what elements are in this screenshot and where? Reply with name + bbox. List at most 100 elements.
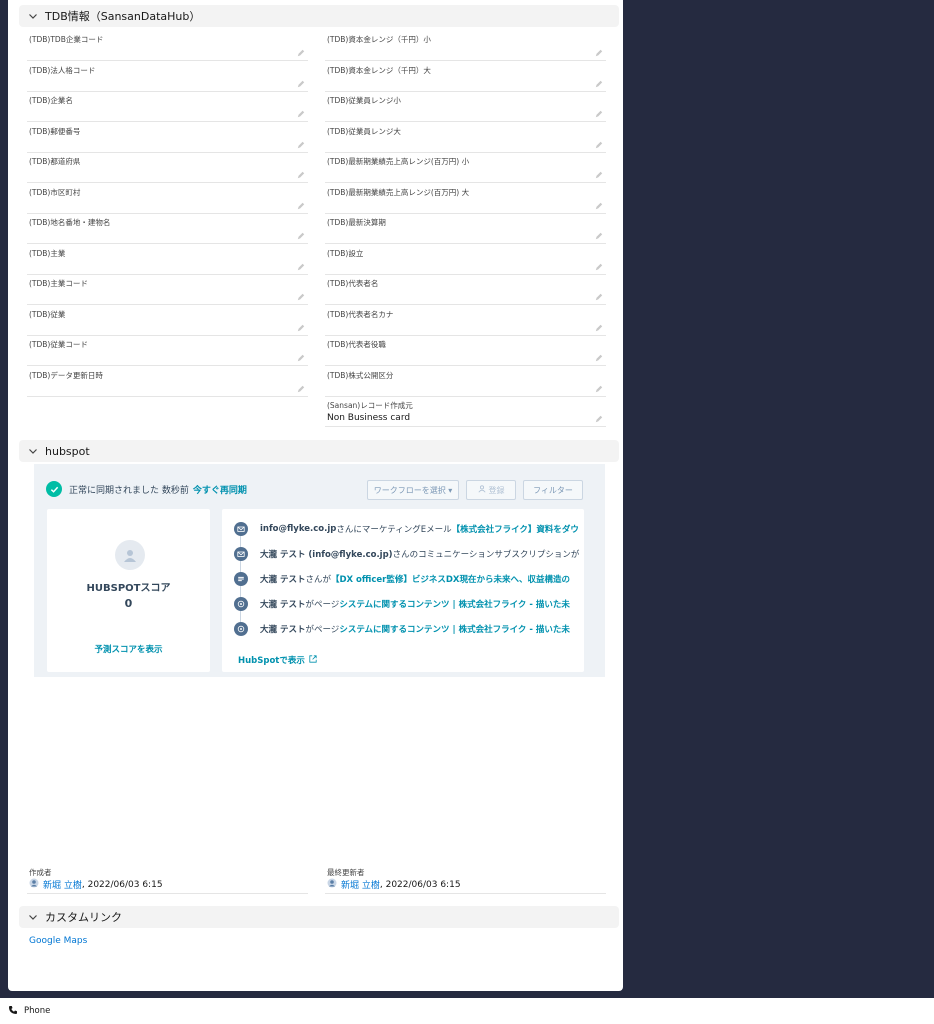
pencil-edit-icon[interactable] <box>595 232 603 240</box>
register-label: 登録 <box>488 485 505 495</box>
field-label: (TDB)TDB企業コード <box>29 35 104 44</box>
pencil-edit-icon[interactable] <box>297 293 305 301</box>
utility-bar: Phone <box>0 998 934 1024</box>
pencil-edit-icon[interactable] <box>595 293 603 301</box>
created-by-label: 作成者 <box>29 868 52 877</box>
register-button[interactable]: 登録 <box>466 480 516 500</box>
pencil-edit-icon[interactable] <box>297 354 305 362</box>
pencil-edit-icon[interactable] <box>297 80 305 88</box>
predict-score-link[interactable]: 予測スコアを表示 <box>47 643 210 655</box>
timeline-subject[interactable]: 大瀧 テスト <box>260 598 305 610</box>
field-label: (TDB)最新期業績売上高レンジ(百万円) 小 <box>327 157 470 166</box>
timeline-text: さんが <box>305 575 331 585</box>
pencil-edit-icon[interactable] <box>595 49 603 57</box>
section-title: カスタムリンク <box>45 911 122 924</box>
field-label: (TDB)従業 <box>29 309 66 319</box>
phone-button[interactable]: Phone <box>24 1006 50 1016</box>
pencil-edit-icon[interactable] <box>595 80 603 88</box>
pencil-edit-icon[interactable] <box>297 263 305 271</box>
pencil-edit-icon[interactable] <box>595 324 603 332</box>
pencil-edit-icon[interactable] <box>297 110 305 118</box>
field-label: (TDB)従業員レンジ小 <box>327 96 401 105</box>
pencil-edit-icon[interactable] <box>297 385 305 393</box>
email-icon <box>234 522 248 536</box>
timeline-item[interactable]: 大瀧 テスト がページ システムに関するコンテンツ | 株式会社フライク - 描いた… <box>234 620 584 638</box>
field-label: (TDB)代表者名カナ <box>327 309 394 319</box>
field-label: (TDB)法人格コード <box>29 65 96 75</box>
timeline-item[interactable]: 大瀧 テスト (info@flyke.co.jp) さんのコミュニケーションサブス… <box>234 545 584 563</box>
user-avatar-icon <box>327 878 337 891</box>
pencil-edit-icon[interactable] <box>595 354 603 362</box>
pageview-icon <box>234 597 248 611</box>
phone-icon <box>8 1005 18 1018</box>
timeline-item[interactable]: 大瀧 テスト がページ システムに関するコンテンツ | 株式会社フライク - 描いた… <box>234 595 584 613</box>
tdb-field: (TDB)従業コード <box>27 336 308 366</box>
section-header-tdb[interactable]: TDB情報（SansanDataHub） <box>19 5 619 27</box>
timeline-link[interactable]: 【DX officer監修】ビジネスDX現在から未来へ、収益構造の <box>331 573 570 585</box>
modified-by-date: , 2022/06/03 6:15 <box>379 879 461 890</box>
timeline-text: さんにマーケティングEメール <box>336 525 452 535</box>
pencil-edit-icon[interactable] <box>297 49 305 57</box>
pencil-edit-icon[interactable] <box>595 263 603 271</box>
tdb-field: (TDB)郵便番号 <box>27 123 308 153</box>
pencil-edit-icon[interactable] <box>297 141 305 149</box>
workflow-select-button[interactable]: ワークフローを選択 ▾ <box>367 480 459 500</box>
field-label: (TDB)主業コード <box>29 279 88 288</box>
pencil-edit-icon[interactable] <box>297 232 305 240</box>
field-label: (TDB)最新決算期 <box>327 218 386 227</box>
timeline-item[interactable]: info@flyke.co.jp さんにマーケティングEメール 【株式会社フライク】… <box>234 520 584 538</box>
view-in-hubspot-link[interactable]: HubSpotで表示 <box>238 654 317 666</box>
modified-by-user-link[interactable]: 新堀 立樹 <box>341 878 380 891</box>
sync-status-text: 正常に同期されました 数秒前 <box>69 485 189 496</box>
form-icon <box>234 572 248 586</box>
created-by-field: 作成者 新堀 立樹 , 2022/06/03 6:15 <box>27 864 308 894</box>
tdb-field: (TDB)主業コード <box>27 275 308 305</box>
section-header-custom-links[interactable]: カスタムリンク <box>19 906 619 928</box>
field-label: (TDB)代表者役職 <box>327 340 386 349</box>
pencil-edit-icon[interactable] <box>595 385 603 393</box>
section-title: hubspot <box>45 444 90 458</box>
sync-status: 正常に同期されました 数秒前 今すぐ再同期 <box>46 480 247 498</box>
pencil-edit-icon[interactable] <box>297 324 305 332</box>
timeline-link[interactable]: システムに関するコンテンツ | 株式会社フライク - 描いた未 <box>339 623 570 635</box>
created-by-value: 新堀 立樹 , 2022/06/03 6:15 <box>29 878 163 891</box>
field-label: (TDB)資本金レンジ（千円）大 <box>327 65 431 75</box>
tdb-field: (TDB)最新決算期 <box>325 214 606 244</box>
timeline-link[interactable]: 【株式会社フライク】資料をダウ <box>452 523 579 535</box>
pencil-edit-icon[interactable] <box>595 141 603 149</box>
timeline-subject[interactable]: 大瀧 テスト (info@flyke.co.jp) <box>260 548 393 560</box>
tdb-field: (TDB)主業 <box>27 245 308 275</box>
pencil-edit-icon[interactable] <box>595 202 603 210</box>
pencil-edit-icon[interactable] <box>595 171 603 179</box>
tdb-field: (TDB)最新期業績売上高レンジ(百万円) 小 <box>325 153 606 183</box>
user-avatar-icon <box>29 878 39 891</box>
resync-link[interactable]: 今すぐ再同期 <box>193 483 247 496</box>
timeline-link[interactable]: システムに関するコンテンツ | 株式会社フライク - 描いた未 <box>339 598 570 610</box>
timeline-subject[interactable]: 大瀧 テスト <box>260 623 305 635</box>
chevron-down-icon <box>27 445 39 457</box>
tdb-field: (TDB)法人格コード <box>27 62 308 92</box>
pencil-edit-icon[interactable] <box>595 110 603 118</box>
filter-button[interactable]: フィルター <box>523 480 583 500</box>
timeline-text: さんのコミュニケーションサブスクリプションが <box>392 550 580 560</box>
pencil-edit-icon[interactable] <box>297 202 305 210</box>
google-maps-link[interactable]: Google Maps <box>29 936 87 946</box>
section-header-hubspot[interactable]: hubspot <box>19 440 619 462</box>
tdb-field: (TDB)市区町村 <box>27 184 308 214</box>
created-by-date: , 2022/06/03 6:15 <box>81 879 163 890</box>
score-title: HUBSPOTスコア <box>86 583 171 594</box>
timeline-subject[interactable]: 大瀧 テスト <box>260 573 305 585</box>
pencil-edit-icon[interactable] <box>595 415 603 423</box>
avatar <box>115 540 145 570</box>
timeline-subject[interactable]: info@flyke.co.jp <box>260 524 336 534</box>
timeline-item[interactable]: 大瀧 テスト さんが 【DX officer監修】ビジネスDX現在から未来へ、収益構… <box>234 570 584 588</box>
field-label: (TDB)郵便番号 <box>29 126 81 136</box>
pencil-edit-icon[interactable] <box>297 171 305 179</box>
tdb-field: (TDB)企業名 <box>27 92 308 122</box>
tdb-field: (TDB)データ更新日時 <box>27 367 308 397</box>
tdb-field: (TDB)最新期業績売上高レンジ(百万円) 大 <box>325 184 606 214</box>
created-by-user-link[interactable]: 新堀 立樹 <box>43 878 82 891</box>
hubspot-embed: 正常に同期されました 数秒前 今すぐ再同期 ワークフローを選択 ▾ 登録 フィル… <box>34 464 605 677</box>
tdb-field: (TDB)設立 <box>325 245 606 275</box>
chevron-down-icon <box>27 911 39 923</box>
